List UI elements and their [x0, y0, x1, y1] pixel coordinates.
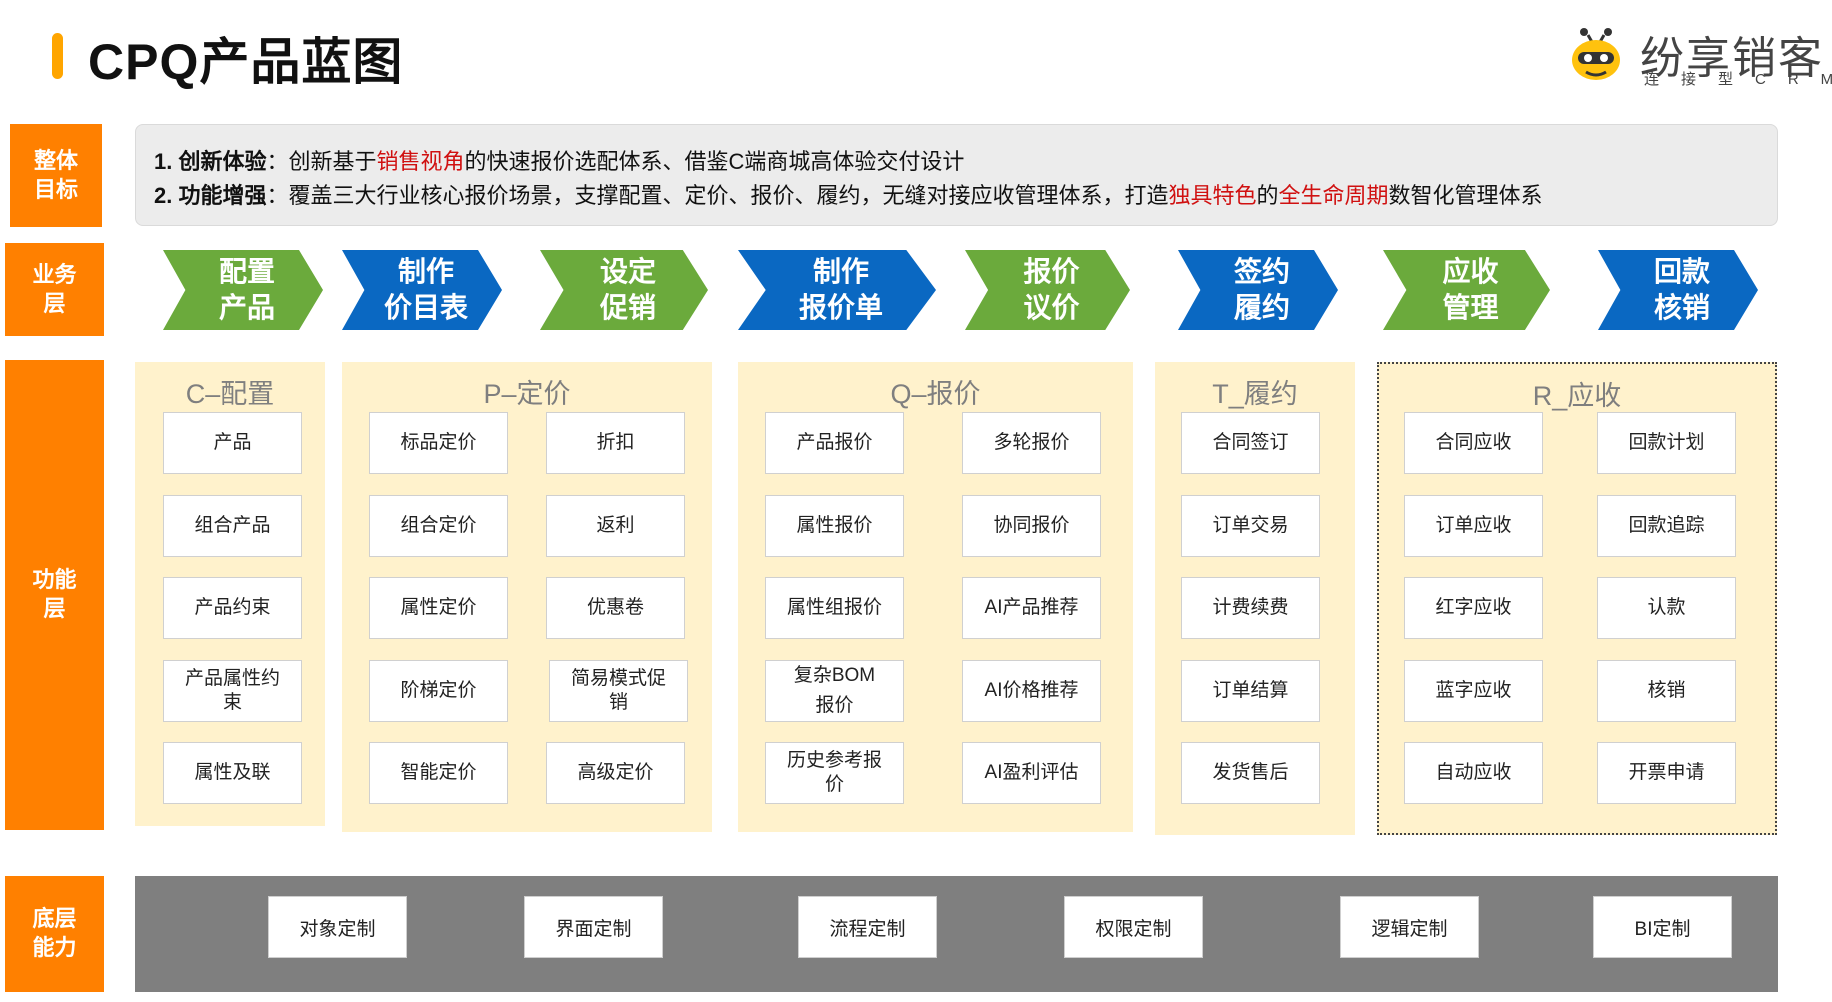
process-step-configure: 配置 产品 — [163, 250, 323, 330]
function-cell: 高级定价 — [546, 742, 685, 804]
function-cell: 开票申请 — [1597, 742, 1736, 804]
function-cell: 属性定价 — [369, 577, 508, 639]
goal-text: 数智化管理体系 — [1388, 183, 1543, 208]
function-cell: 组合产品 — [163, 495, 302, 557]
function-cell: 订单结算 — [1181, 660, 1320, 722]
function-cell: 阶梯定价 — [369, 660, 508, 722]
base-cell-ui: 界面定制 — [524, 896, 663, 958]
goal-text: ：创新基于 — [266, 149, 377, 174]
function-cell: 红字应收 — [1404, 577, 1543, 639]
layer-label-business: 业务 层 — [5, 243, 104, 336]
function-cell: 智能定价 — [369, 742, 508, 804]
function-cell: 合同签订 — [1181, 412, 1320, 474]
process-step-price-list: 制作 价目表 — [342, 250, 502, 330]
function-cell: 回款追踪 — [1597, 495, 1736, 557]
panel-title: R_应收 — [1532, 381, 1622, 411]
goal-highlight: 独具特色 — [1168, 183, 1257, 208]
function-cell: 产品 — [163, 412, 302, 474]
panel-title: C–配置 — [185, 379, 275, 409]
goal-highlight: 全生命周期 — [1278, 183, 1389, 208]
goal-lead: 1. 创新体验 — [154, 149, 267, 174]
function-cell: 产品报价 — [765, 412, 904, 474]
panel-title: T_履约 — [1212, 379, 1298, 409]
base-cell-logic: 逻辑定制 — [1340, 896, 1479, 958]
layer-label-goal: 整体 目标 — [10, 124, 102, 227]
function-cell: AI盈利评估 — [962, 742, 1101, 804]
function-cell: 组合定价 — [369, 495, 508, 557]
function-cell: 核销 — [1597, 660, 1736, 722]
function-cell: 标品定价 — [369, 412, 508, 474]
function-cell: 自动应收 — [1404, 742, 1543, 804]
panel-title: P–定价 — [483, 379, 571, 409]
goal-text: 的快速报价选配体系、借鉴C端商城高体验交付设计 — [464, 149, 965, 174]
page-title: CPQ产品蓝图 — [88, 34, 404, 90]
function-cell: 协同报价 — [962, 495, 1101, 557]
process-step-collection: 回款 核销 — [1598, 250, 1758, 330]
panel-pricing: P–定价 标品定价 组合定价 属性定价 阶梯定价 智能定价 折扣 返利 优惠卷 … — [342, 362, 712, 832]
panel-quote: Q–报价 产品报价 属性报价 属性组报价 复杂BOM 报价 历史参考报 价 多轮… — [738, 362, 1133, 832]
layer-label-base: 底层 能力 — [5, 876, 104, 992]
function-cell: 复杂BOM 报价 — [765, 660, 904, 722]
function-cell: 订单交易 — [1181, 495, 1320, 557]
process-step-negotiate: 报价 议价 — [965, 250, 1130, 330]
function-cell: 合同应收 — [1404, 412, 1543, 474]
function-cell: 蓝字应收 — [1404, 660, 1543, 722]
process-step-contract: 签约 履约 — [1178, 250, 1338, 330]
function-cell: 多轮报价 — [962, 412, 1101, 474]
goal-highlight: 销售视角 — [376, 149, 465, 174]
process-step-promotion: 设定 促销 — [540, 250, 708, 330]
function-cell: 回款计划 — [1597, 412, 1736, 474]
function-cell: 发货售后 — [1181, 742, 1320, 804]
goal-line-1: 1. 创新体验：创新基于销售视角的快速报价选配体系、借鉴C端商城高体验交付设计 — [154, 145, 1777, 179]
function-cell: 简易模式促 销 — [549, 660, 688, 722]
goal-line-2: 2. 功能增强：覆盖三大行业核心报价场景，支撑配置、定价、报价、履约，无缝对接应… — [154, 179, 1777, 213]
panel-configure: C–配置 产品 组合产品 产品约束 产品属性约 束 属性及联 — [135, 362, 325, 826]
function-cell: 返利 — [546, 495, 685, 557]
goal-box: 1. 创新体验：创新基于销售视角的快速报价选配体系、借鉴C端商城高体验交付设计 … — [135, 124, 1778, 226]
function-cell: AI产品推荐 — [962, 577, 1101, 639]
panel-receivables: R_应收 合同应收 订单应收 红字应收 蓝字应收 自动应收 回款计划 回款追踪 … — [1377, 362, 1777, 835]
panel-fulfillment: T_履约 合同签订 订单交易 计费续费 订单结算 发货售后 — [1155, 362, 1355, 835]
function-cell: 产品约束 — [163, 577, 302, 639]
function-cell: 折扣 — [546, 412, 685, 474]
bee-mascot-icon — [1572, 28, 1620, 80]
base-cell-bi: BI定制 — [1593, 896, 1732, 958]
goal-text: ：覆盖三大行业核心报价场景，支撑配置、定价、报价、履约，无缝对接应收管理体系，打… — [266, 183, 1169, 208]
function-cell: 优惠卷 — [546, 577, 685, 639]
base-cell-permission: 权限定制 — [1064, 896, 1203, 958]
function-cell: 属性报价 — [765, 495, 904, 557]
process-step-quote: 制作 报价单 — [738, 250, 936, 330]
goal-lead: 2. 功能增强 — [154, 183, 267, 208]
logo-subtitle: 连接型CRM — [1644, 71, 1832, 88]
goal-text: 的 — [1256, 183, 1279, 208]
base-cell-flow: 流程定制 — [798, 896, 937, 958]
title-accent-bar — [52, 33, 63, 79]
process-step-receivables: 应收 管理 — [1383, 250, 1550, 330]
panel-title: Q–报价 — [890, 379, 981, 409]
function-cell: 历史参考报 价 — [765, 742, 904, 804]
function-cell: 属性组报价 — [765, 577, 904, 639]
function-cell: 计费续费 — [1181, 577, 1320, 639]
function-cell: 属性及联 — [163, 742, 302, 804]
function-cell: 认款 — [1597, 577, 1736, 639]
function-cell: 订单应收 — [1404, 495, 1543, 557]
function-cell: 产品属性约 束 — [163, 660, 302, 722]
base-cell-object: 对象定制 — [268, 896, 407, 958]
layer-label-function: 功能 层 — [5, 360, 104, 830]
function-cell: AI价格推荐 — [962, 660, 1101, 722]
